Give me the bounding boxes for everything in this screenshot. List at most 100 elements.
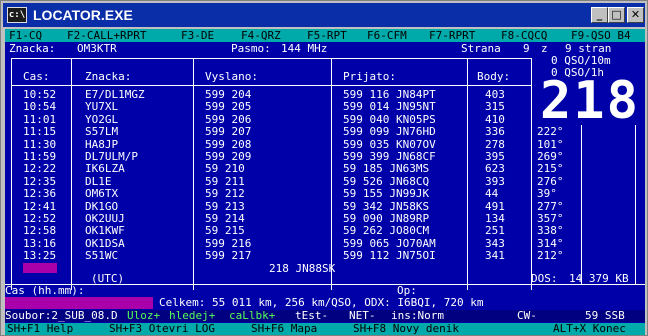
- cell-received: 59 526 JN68CQ: [343, 174, 430, 188]
- menu-item-f3[interactable]: F3-DE: [181, 30, 214, 42]
- cell-azimuth: 277°: [537, 199, 564, 213]
- header-znacka: Znacka:: [85, 70, 132, 83]
- exit-shortcut[interactable]: ALT+X Konec: [553, 323, 626, 335]
- cell-time: 11:01: [23, 112, 57, 126]
- map-shortcut[interactable]: SH+F6 Mapa: [251, 323, 317, 335]
- menu-item-f8[interactable]: F8-CQCQ: [501, 30, 547, 42]
- cell-callsign: IK6LZA: [85, 162, 125, 176]
- maximize-button[interactable]: □: [608, 7, 625, 23]
- cell-time: 11:15: [23, 125, 57, 139]
- cell-time: 12:36: [23, 187, 57, 201]
- cell-time: 12:41: [23, 199, 57, 213]
- menu-item-f4[interactable]: F4-QRZ: [241, 30, 281, 42]
- table-top-border: [11, 58, 531, 59]
- cell-received: 599 112 JN75OI: [343, 249, 436, 263]
- cell-points: 395: [485, 150, 505, 163]
- cell-received: 599 035 KN07OV: [343, 137, 436, 151]
- cell-received: 59 262 JO80CM: [343, 224, 430, 238]
- uloz-toggle[interactable]: Uloz+: [127, 310, 160, 322]
- cell-time: 11:59: [23, 150, 57, 163]
- cell-sent: 59 213: [205, 199, 245, 213]
- title-bar: c:\ LOCATOR.EXE _ □ ✕: [3, 3, 645, 27]
- net-toggle[interactable]: NET-: [349, 310, 376, 322]
- cell-sent: 599 207: [205, 125, 252, 139]
- cell-callsign: DL7ULM/P: [85, 150, 138, 163]
- close-button[interactable]: ✕: [627, 7, 644, 23]
- cell-callsign: OK1KWF: [85, 224, 125, 238]
- header-separator: [11, 85, 531, 86]
- znacka-label: Znacka:: [9, 42, 56, 55]
- page-number: 9: [523, 42, 530, 55]
- console-app-icon: c:\: [7, 7, 27, 23]
- cell-received: 599 040 KN05PS: [343, 112, 436, 126]
- cell-time: 10:52: [23, 88, 57, 101]
- cell-sent: 599 204: [205, 88, 252, 101]
- cell-points: 251: [485, 224, 505, 238]
- cell-points: 44: [485, 187, 499, 201]
- cell-azimuth: 357°: [537, 212, 564, 225]
- cell-received: 599 014 JN95NT: [343, 100, 436, 114]
- log-file-name: Soubor:2_SUB_08.D: [5, 309, 118, 322]
- test-toggle[interactable]: tEst-: [295, 310, 328, 322]
- cell-time: 12:52: [23, 212, 57, 225]
- menu-item-f5[interactable]: F5-RPT: [307, 30, 347, 42]
- cell-time: 12:22: [23, 162, 57, 176]
- cell-time: 11:30: [23, 137, 57, 151]
- right-border: [635, 125, 636, 285]
- cell-callsign: E7/DL1MGZ: [85, 88, 145, 101]
- dos-console[interactable]: F1-CQ F2-CALL+RPRT F3-DE F4-QRZ F5-RPT F…: [5, 29, 645, 335]
- next-serial-locator[interactable]: 218 JN88SK: [269, 263, 335, 275]
- menu-item-f2[interactable]: F2-CALL+RPRT: [67, 30, 146, 42]
- cell-sent: 59 211: [205, 174, 245, 188]
- cell-received: 599 116 JN84PT: [343, 88, 436, 101]
- hledej-toggle[interactable]: hledej+: [169, 310, 215, 322]
- cell-callsign: S57LM: [85, 125, 119, 139]
- cursor-highlight[interactable]: [23, 263, 57, 273]
- cell-received: 599 065 JO70AM: [343, 236, 436, 250]
- cw-toggle[interactable]: CW-: [517, 310, 537, 322]
- cell-sent: 599 209: [205, 150, 252, 163]
- cell-points: 491: [485, 199, 505, 213]
- strana-label: Strana: [461, 42, 501, 55]
- cell-azimuth: 314°: [537, 236, 564, 250]
- cell-azimuth: 212°: [537, 249, 564, 263]
- cell-points: 623: [485, 162, 505, 176]
- menu-item-f1[interactable]: F1-CQ: [9, 30, 42, 42]
- cell-points: 336: [485, 125, 505, 139]
- header-vyslano: Vyslano:: [205, 70, 258, 83]
- help-shortcut[interactable]: SH+F1 Help: [7, 323, 73, 335]
- band-value: 144 MHz: [281, 42, 328, 55]
- cell-time: 10:54: [23, 100, 57, 114]
- menu-item-f7[interactable]: F7-RPRT: [429, 30, 475, 42]
- cell-received: 59 342 JN58KS: [343, 199, 430, 213]
- cell-callsign: YO2GL: [85, 112, 119, 126]
- open-log-shortcut[interactable]: SH+F3 Otevri LOG: [109, 323, 215, 335]
- cell-callsign: DL1E: [85, 174, 112, 188]
- cell-azimuth: 269°: [537, 150, 564, 163]
- cell-sent: 599 216: [205, 236, 252, 250]
- col-divider: [71, 58, 72, 290]
- time-input-field[interactable]: [5, 297, 153, 309]
- cell-callsign: HA8JP: [85, 137, 119, 151]
- mode-indicator: 59 SSB: [585, 309, 625, 322]
- header-cas: Cas:: [23, 70, 50, 83]
- time-input-label: Cas (hh.mm):: [5, 284, 85, 297]
- cell-time: 13:16: [23, 236, 57, 250]
- cell-points: 343: [485, 236, 505, 250]
- cell-azimuth: 276°: [537, 174, 564, 188]
- shortcut-bar: SH+F1 Help SH+F3 Otevri LOG SH+F6 Mapa S…: [5, 323, 645, 335]
- cell-sent: 599 206: [205, 112, 252, 126]
- callbook-toggle[interactable]: caLlbk+: [229, 310, 275, 322]
- cell-points: 341: [485, 249, 505, 263]
- cell-time: 13:25: [23, 249, 57, 263]
- menu-item-f9[interactable]: F9-QSO B4: [571, 30, 631, 42]
- cell-time: 12:35: [23, 174, 57, 188]
- cell-received: 59 090 JN89RP: [343, 212, 430, 225]
- new-log-shortcut[interactable]: SH+F8 Novy denik: [353, 323, 459, 335]
- cell-points: 403: [485, 88, 505, 101]
- col-divider: [331, 58, 332, 290]
- cell-azimuth: 215°: [537, 162, 564, 176]
- status-separator: [5, 284, 645, 285]
- menu-item-f6[interactable]: F6-CFM: [367, 30, 407, 42]
- minimize-button[interactable]: _: [591, 7, 608, 23]
